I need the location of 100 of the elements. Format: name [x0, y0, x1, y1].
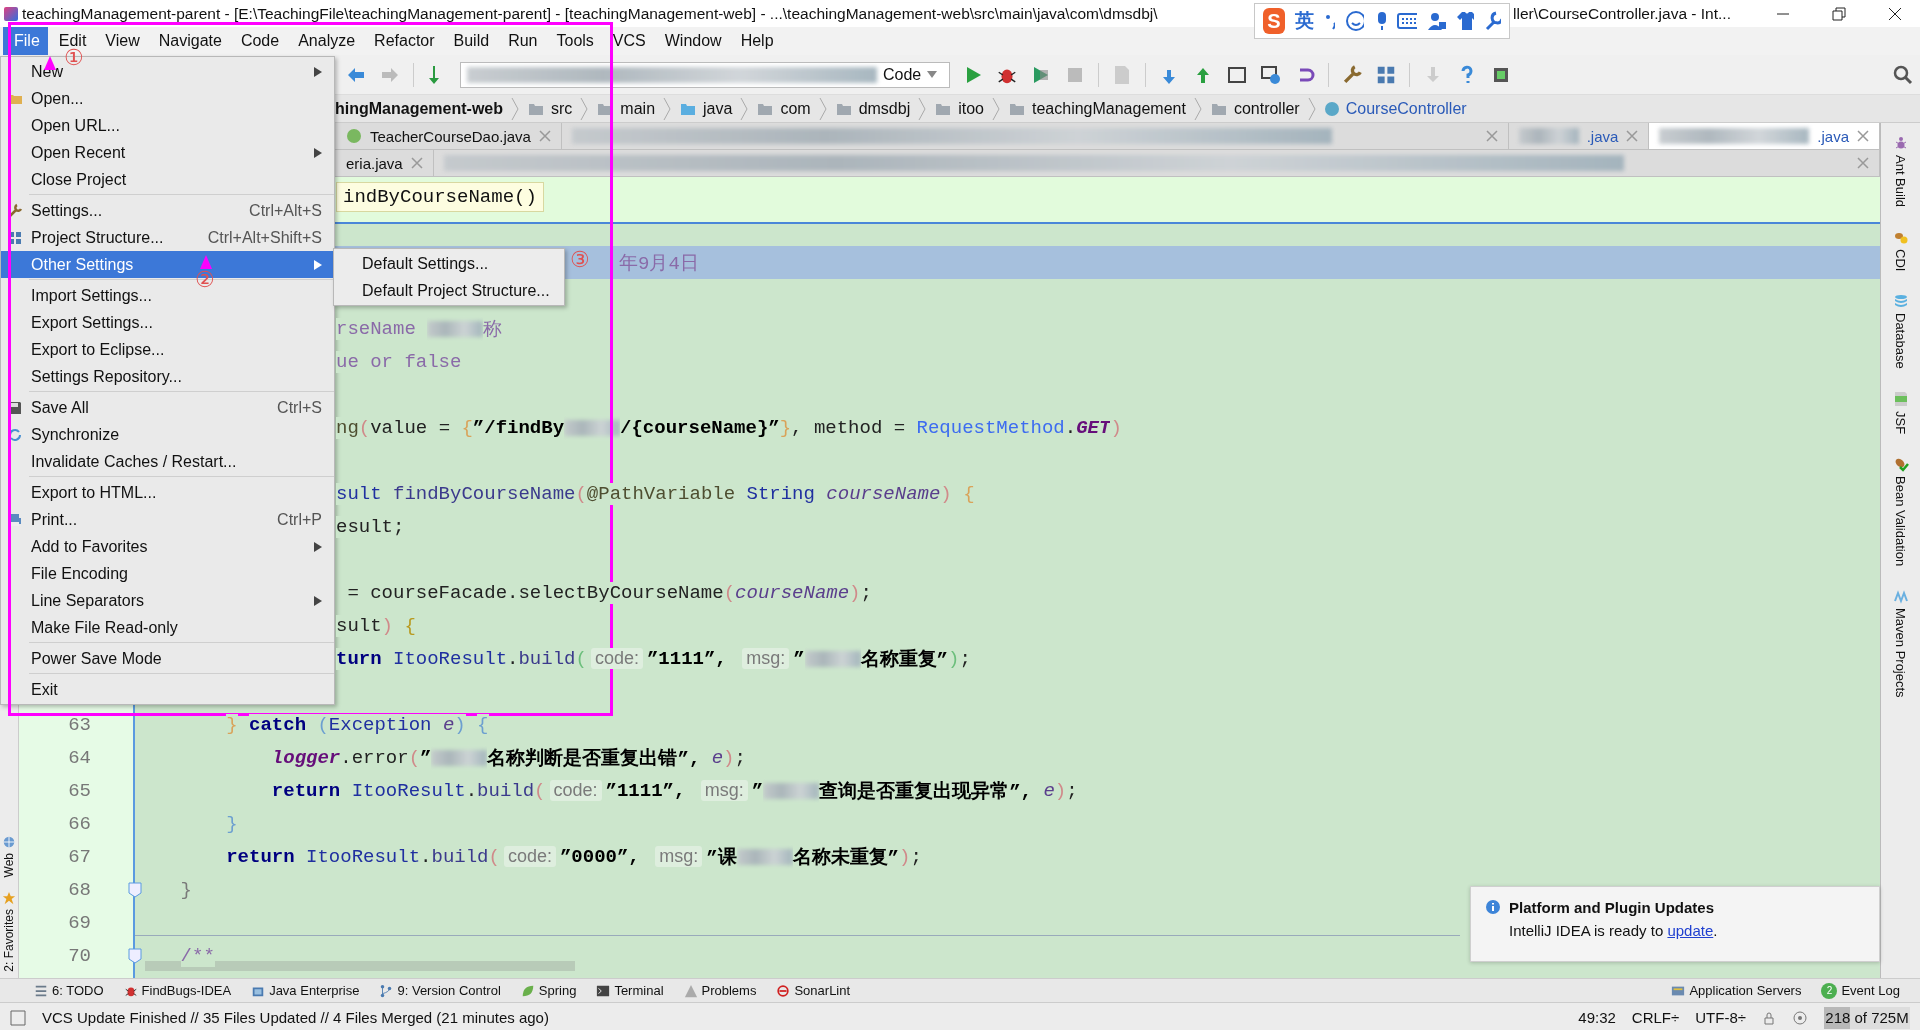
- menu-item[interactable]: Save All Ctrl+S: [1, 394, 334, 421]
- menu-item[interactable]: Close Project: [1, 166, 334, 193]
- tool-window-tab[interactable]: Maven Projects: [1893, 608, 1908, 698]
- search-icon[interactable]: [1892, 63, 1914, 86]
- input-mode[interactable]: 英: [1294, 8, 1314, 34]
- menu-item[interactable]: Settings... Ctrl+Alt+S: [1, 197, 334, 224]
- pointer-icon: [200, 255, 212, 269]
- info-icon: [1485, 899, 1501, 915]
- line-separator[interactable]: CRLF÷: [1631, 1009, 1680, 1026]
- menu-bar-item[interactable]: Build: [442, 27, 498, 55]
- tool-window-button[interactable]: Problems: [701, 983, 757, 998]
- wrench-icon[interactable]: [1341, 63, 1363, 86]
- lock-icon[interactable]: [1762, 1010, 1776, 1025]
- shirt-icon[interactable]: [1455, 10, 1475, 32]
- menu-item[interactable]: Synchronize: [1, 421, 334, 448]
- menu-item[interactable]: Project Structure... Ctrl+Alt+Shift+S: [1, 224, 334, 251]
- menu-bar-item[interactable]: VCS: [601, 27, 654, 55]
- menu-item[interactable]: Export to Eclipse...: [1, 336, 334, 363]
- menu-bar-item[interactable]: Analyze: [287, 27, 364, 55]
- menu-bar-item[interactable]: Navigate: [147, 27, 230, 55]
- breadcrumb[interactable]: src: [551, 99, 573, 118]
- tool-window-button[interactable]: 9: Version Control: [397, 983, 501, 998]
- menu-item[interactable]: Default Project Structure...: [334, 277, 564, 304]
- history-icon[interactable]: [1260, 63, 1282, 86]
- menu-item[interactable]: Export Settings...: [1, 309, 334, 336]
- menu-bar-item[interactable]: Run: [497, 27, 546, 55]
- menu-item[interactable]: Print... Ctrl+P: [1, 506, 334, 533]
- window-title: ller\CourseController.java - Int...: [1513, 4, 1732, 23]
- close-icon[interactable]: [1888, 6, 1902, 21]
- breadcrumb[interactable]: CourseController: [1345, 99, 1467, 118]
- menu-bar-item[interactable]: View: [94, 27, 148, 55]
- editor-tab[interactable]: .java: [1508, 123, 1650, 149]
- tab-label: .java: [1586, 127, 1619, 145]
- update-link[interactable]: update: [1667, 922, 1714, 939]
- editor-tab[interactable]: eria.java: [336, 150, 434, 176]
- editor-tab[interactable]: TeacherCourseDao.java: [336, 123, 562, 149]
- line-number: 69: [68, 911, 91, 934]
- run-configuration-dropdown[interactable]: Code: [460, 61, 950, 88]
- tool-window-button[interactable]: Terminal: [614, 983, 664, 998]
- menu-item[interactable]: Invalidate Caches / Restart...: [1, 448, 334, 475]
- file-encoding[interactable]: UTF-8÷: [1695, 1009, 1746, 1026]
- menu-item[interactable]: Open Recent: [1, 139, 334, 166]
- breadcrumb[interactable]: controller: [1233, 99, 1300, 118]
- tool-window-button[interactable]: Java Enterprise: [269, 983, 360, 998]
- menu-bar-item[interactable]: Refactor: [363, 27, 443, 55]
- tool-window-tab[interactable]: 2: Favorites: [2, 909, 16, 972]
- menu-item[interactable]: Make File Read-only: [1, 614, 334, 641]
- notification-text: IntelliJ IDEA is ready to update.: [1509, 922, 1718, 939]
- tool-window-tab[interactable]: Web: [2, 852, 16, 878]
- notification-title: Platform and Plugin Updates: [1509, 899, 1716, 916]
- menu-item[interactable]: Settings Repository...: [1, 363, 334, 390]
- breadcrumb[interactable]: dmsdbj: [858, 99, 911, 118]
- menu-item[interactable]: File Encoding: [1, 560, 334, 587]
- menu-item[interactable]: Default Settings...: [334, 250, 564, 277]
- tool-window-tab[interactable]: Database: [1893, 313, 1908, 370]
- breadcrumb[interactable]: java: [703, 99, 733, 118]
- menu-bar-item[interactable]: Help: [729, 27, 782, 55]
- tool-window-button[interactable]: Application Servers: [1689, 983, 1802, 998]
- breadcrumb[interactable]: com: [780, 99, 811, 118]
- breadcrumb[interactable]: teachingManagement: [1032, 99, 1186, 118]
- tool-window-button[interactable]: Event Log: [1841, 983, 1900, 998]
- menu-item[interactable]: Open...: [1, 85, 334, 112]
- inspector-icon[interactable]: [1792, 1009, 1808, 1026]
- restore-icon[interactable]: [1832, 6, 1846, 21]
- menu-item[interactable]: Exit: [1, 676, 334, 703]
- breadcrumb[interactable]: main: [620, 99, 656, 118]
- menu-item[interactable]: Export to HTML...: [1, 479, 334, 506]
- menu-item[interactable]: Add to Favorites: [1, 533, 334, 560]
- menu-bar-item[interactable]: Code: [229, 27, 288, 55]
- menu-item[interactable]: Line Separators: [1, 587, 334, 614]
- scrollbar-thumb[interactable]: [145, 961, 575, 971]
- breadcrumb[interactable]: itoo: [958, 99, 984, 118]
- menu-item[interactable]: Power Save Mode: [1, 645, 334, 672]
- caret-position[interactable]: 49:32: [1578, 1009, 1616, 1026]
- line-number: 67: [68, 845, 91, 868]
- wrench-icon[interactable]: [1484, 11, 1501, 31]
- blur-patch: [427, 320, 484, 337]
- breadcrumb[interactable]: hingManagement-web: [335, 99, 503, 118]
- smiley-icon[interactable]: [1345, 10, 1364, 32]
- tool-window-button[interactable]: 6: TODO: [52, 983, 104, 998]
- fold-marker-icon[interactable]: [128, 947, 142, 964]
- tool-window-tab[interactable]: JSF: [1893, 411, 1908, 435]
- tool-window-button[interactable]: FindBugs-IDEA: [141, 983, 232, 998]
- menu-bar-item[interactable]: File: [3, 27, 48, 55]
- branch-icon: [379, 983, 394, 998]
- editor-tab[interactable]: .java: [1649, 123, 1880, 149]
- menu-item[interactable]: Open URL...: [1, 112, 334, 139]
- dropdown-caret-icon: [927, 70, 938, 79]
- menu-bar-item[interactable]: Tools: [545, 27, 602, 55]
- keyboard-icon[interactable]: [1397, 12, 1418, 30]
- annotation-number: ①: [64, 45, 84, 71]
- menu-bar-item[interactable]: Window: [653, 27, 730, 55]
- panel-toggle-icon[interactable]: [10, 1009, 26, 1026]
- fold-marker-icon[interactable]: [128, 881, 142, 898]
- user-card-icon[interactable]: [1427, 10, 1446, 32]
- tool-window-tab[interactable]: CDI: [1893, 249, 1908, 272]
- tool-window-tab[interactable]: Ant Build: [1893, 155, 1908, 208]
- tool-window-button[interactable]: Spring: [538, 983, 577, 998]
- tool-window-button[interactable]: SonarLint: [794, 983, 851, 998]
- tool-window-tab[interactable]: Bean Validation: [1893, 476, 1908, 567]
